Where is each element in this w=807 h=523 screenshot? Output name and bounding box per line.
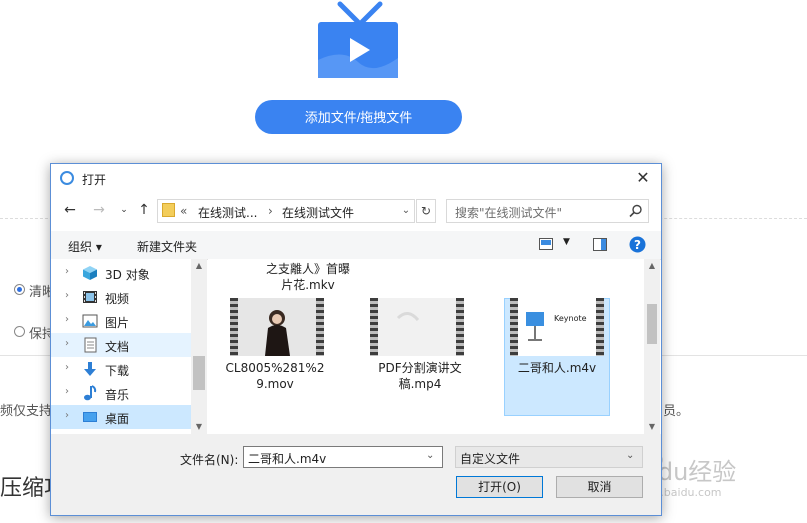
file-item-mov[interactable]: CL8005%281%2 9.mov xyxy=(226,298,336,418)
chevron-down-icon[interactable]: ⌄ xyxy=(626,450,634,461)
documents-folder-icon xyxy=(84,337,97,353)
command-toolbar: 组织 ▾ 新建文件夹 ▼ ? xyxy=(51,231,661,260)
file-name-line: 稿.mp4 xyxy=(398,377,442,391)
address-dropdown-icon[interactable]: ⌄ xyxy=(398,199,415,223)
search-box[interactable]: 搜索"在线测试文件" xyxy=(446,199,649,223)
scroll-down-icon[interactable]: ▼ xyxy=(191,420,207,434)
video-folder-icon xyxy=(83,291,97,303)
video-thumbnail xyxy=(370,298,464,356)
view-options-icon[interactable] xyxy=(539,238,553,250)
expand-chevron-icon[interactable]: › xyxy=(65,266,69,277)
file-name-line: CL8005%281%2 xyxy=(225,361,325,375)
dialog-footer: 文件名(N): 二哥和人.m4v ⌄ 自定义文件 ⌄ 打开(O) 取消 xyxy=(51,434,661,515)
new-folder-button[interactable]: 新建文件夹 xyxy=(137,238,197,255)
app-icon xyxy=(60,171,74,185)
nav-item-music[interactable]: › 音乐 xyxy=(51,381,191,405)
search-icon[interactable] xyxy=(628,203,644,219)
file-list: 之支離人》首曝 片花.mkv CL8005%281%2 9.mov PDF分割演… xyxy=(208,259,644,434)
nav-item-pictures[interactable]: › 图片 xyxy=(51,309,191,333)
note-text-right: 员。 xyxy=(663,404,690,419)
filetype-select[interactable]: 自定义文件 ⌄ xyxy=(455,446,643,468)
nav-scrollbar[interactable]: ▲ ▼ xyxy=(191,259,207,434)
file-name-line: 之支離人》首曝 xyxy=(265,262,350,276)
open-file-dialog: 打开 ✕ ← → ⌄ ↑ « 在线测试... › 在线测试文件 ⌄ ↻ 搜索"在… xyxy=(50,163,662,516)
file-item-partial[interactable]: 之支離人》首曝 片花.mkv xyxy=(238,261,378,293)
scroll-up-icon[interactable]: ▲ xyxy=(644,259,660,273)
file-name-line: 片花.mkv xyxy=(281,278,335,292)
organize-menu[interactable]: 组织 ▾ xyxy=(68,238,102,255)
nav-label: 3D 对象 xyxy=(105,268,150,282)
nav-label: 音乐 xyxy=(105,388,130,402)
keynote-label: Keynote xyxy=(554,314,587,323)
expand-chevron-icon[interactable]: › xyxy=(65,386,69,397)
file-item-mp4[interactable]: PDF分割演讲文 稿.mp4 xyxy=(370,298,476,418)
nav-item-videos[interactable]: › 视频 xyxy=(51,285,191,309)
recent-locations-chevron-icon[interactable]: ⌄ xyxy=(115,201,133,219)
close-icon[interactable]: ✕ xyxy=(633,168,653,188)
forward-arrow-icon[interactable]: → xyxy=(90,201,108,219)
nav-item-desktop[interactable]: › 桌面 xyxy=(51,405,191,429)
nav-label: 视频 xyxy=(105,292,130,306)
refresh-icon[interactable]: ↻ xyxy=(416,199,436,223)
help-icon[interactable]: ? xyxy=(629,236,646,253)
navigation-pane: › 3D 对象 › 视频 › 图片 › 文档 › 下载 › 音乐 › 桌面 xyxy=(51,259,191,434)
address-bar[interactable]: « 在线测试... › 在线测试文件 xyxy=(157,199,415,223)
expand-chevron-icon[interactable]: › xyxy=(65,314,69,325)
cancel-button[interactable]: 取消 xyxy=(556,476,643,498)
cube-3d-icon xyxy=(83,266,97,280)
nav-item-3d-objects[interactable]: › 3D 对象 xyxy=(51,261,191,285)
expand-chevron-icon[interactable]: › xyxy=(65,410,69,421)
expand-chevron-icon[interactable]: › xyxy=(65,338,69,349)
nav-item-documents[interactable]: › 文档 xyxy=(51,333,191,357)
music-folder-icon xyxy=(84,385,97,401)
view-dropdown-icon[interactable]: ▼ xyxy=(563,237,570,247)
add-file-button[interactable]: 添加文件/拖拽文件 xyxy=(255,100,462,134)
filename-label: 文件名(N): xyxy=(180,453,239,467)
filetype-value: 自定义文件 xyxy=(460,452,521,466)
svg-text:?: ? xyxy=(634,238,641,252)
breadcrumb-separator: › xyxy=(268,204,273,218)
scroll-down-icon[interactable]: ▼ xyxy=(644,420,660,434)
tv-logo-icon xyxy=(318,0,398,80)
file-scroll-thumb[interactable] xyxy=(647,304,657,344)
filename-value: 二哥和人.m4v xyxy=(248,452,327,466)
file-name-line: 9.mov xyxy=(256,377,294,391)
nav-label: 图片 xyxy=(105,316,130,330)
chevron-down-icon[interactable]: ⌄ xyxy=(426,450,434,461)
open-button[interactable]: 打开(O) xyxy=(456,476,543,498)
scroll-up-icon[interactable]: ▲ xyxy=(191,259,207,273)
file-item-m4v[interactable]: Keynote 二哥和人.m4v xyxy=(510,298,610,418)
radio-clear[interactable] xyxy=(14,284,25,295)
breadcrumb-parent[interactable]: 在线测试... xyxy=(198,204,257,221)
nav-label: 桌面 xyxy=(105,412,130,426)
preview-pane-icon[interactable] xyxy=(593,238,607,251)
video-thumbnail xyxy=(230,298,324,356)
expand-chevron-icon[interactable]: › xyxy=(65,362,69,373)
nav-label: 下载 xyxy=(105,364,130,378)
nav-scroll-thumb[interactable] xyxy=(193,356,205,390)
downloads-folder-icon xyxy=(84,362,96,376)
back-arrow-icon[interactable]: ← xyxy=(61,201,79,219)
keynote-icon xyxy=(518,298,596,356)
nav-item-downloads[interactable]: › 下载 xyxy=(51,357,191,381)
file-name-line: PDF分割演讲文 xyxy=(378,361,462,375)
desktop-folder-icon xyxy=(83,412,97,422)
nav-label: 文档 xyxy=(105,340,130,354)
file-scrollbar[interactable]: ▲ ▼ xyxy=(644,259,660,434)
up-arrow-icon[interactable]: ↑ xyxy=(135,201,153,219)
search-placeholder: 搜索"在线测试文件" xyxy=(455,206,563,220)
folder-icon xyxy=(162,203,175,217)
file-name-line: 二哥和人.m4v xyxy=(517,361,597,375)
dialog-title: 打开 xyxy=(82,173,107,187)
expand-chevron-icon[interactable]: › xyxy=(65,290,69,301)
filename-input[interactable]: 二哥和人.m4v ⌄ xyxy=(243,446,443,468)
radio-keep[interactable] xyxy=(14,326,25,337)
address-prefix: « xyxy=(180,204,188,218)
note-text-left: 频仅支持 xyxy=(0,404,53,419)
breadcrumb-current[interactable]: 在线测试文件 xyxy=(282,204,354,221)
dialog-titlebar[interactable]: 打开 ✕ xyxy=(51,164,661,194)
pictures-folder-icon xyxy=(82,314,98,328)
video-thumbnail: Keynote xyxy=(510,298,604,356)
